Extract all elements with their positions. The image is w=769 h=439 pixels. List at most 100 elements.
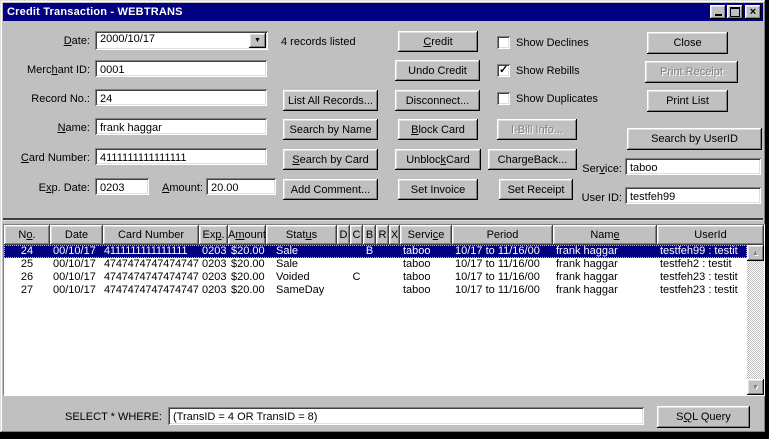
- print-receipt-button[interactable]: Print Receipt: [645, 61, 738, 83]
- undo-credit-button[interactable]: Undo Credit: [395, 60, 480, 81]
- table-header: No. Date Card Number Ex p. Am ount Stat u s D C B R X S…: [4, 225, 764, 245]
- unblock-card-button[interactable]: Unbloc k Card: [395, 149, 481, 170]
- close-button[interactable]: Close: [647, 32, 728, 54]
- date-combobox[interactable]: 2000/10/17 ▼: [95, 31, 268, 50]
- cell-b: [363, 271, 376, 284]
- column-header-period[interactable]: Period: [452, 225, 553, 245]
- name-field[interactable]: [95, 118, 267, 135]
- show-declines-checkbox[interactable]: ✓ Show Declines: [497, 36, 589, 49]
- disconnect-button[interactable]: Disconnect...: [395, 90, 480, 111]
- cell-x: [389, 284, 400, 297]
- column-header-userid[interactable]: UserId: [657, 225, 764, 245]
- checkbox-box[interactable]: ✓: [497, 92, 510, 105]
- cell-status: SameDay: [276, 284, 325, 296]
- card-number-field[interactable]: [95, 148, 267, 165]
- merchant-id-label: Merchant ID:: [27, 64, 90, 76]
- check-icon: ✓: [499, 64, 509, 76]
- cell-no: 27: [20, 284, 34, 296]
- column-header-x[interactable]: X: [389, 225, 400, 245]
- checkbox-box[interactable]: ✓: [497, 64, 510, 77]
- cell-card: 4747474747474747: [104, 271, 199, 283]
- date-dropdown-button[interactable]: ▼: [249, 33, 266, 48]
- column-header-date[interactable]: Date: [50, 225, 103, 245]
- user-id-label: User ID:: [581, 192, 622, 204]
- cell-b: [363, 258, 376, 271]
- sql-query-button[interactable]: SQL Query: [657, 406, 750, 428]
- cell-c: [350, 284, 363, 297]
- chevron-down-icon: ▼: [254, 37, 261, 44]
- column-header-exp[interactable]: Ex p.: [199, 225, 228, 245]
- scroll-down-icon: ▼: [752, 383, 759, 391]
- minimize-button[interactable]: [710, 5, 726, 19]
- column-header-c[interactable]: C: [350, 225, 363, 245]
- sql-where-label: SELECT * WHERE:: [65, 411, 162, 423]
- records-listed-text: 4 records listed: [281, 36, 356, 48]
- cell-c: C: [352, 271, 361, 283]
- cell-card: 4747474747474747: [104, 284, 199, 296]
- show-duplicates-checkbox[interactable]: ✓ Show Duplicates: [497, 92, 598, 105]
- service-label: Service:: [582, 163, 622, 175]
- amount-field[interactable]: [206, 178, 276, 195]
- column-header-b[interactable]: B: [363, 225, 376, 245]
- service-field[interactable]: [625, 158, 761, 175]
- cell-b: [363, 284, 376, 297]
- cell-date: 00/10/17: [53, 271, 96, 283]
- record-no-field[interactable]: [95, 89, 267, 106]
- search-by-name-button[interactable]: Search by Name: [283, 119, 378, 140]
- cell-card: 4111111111111111: [104, 245, 188, 257]
- scroll-up-icon: ▲: [752, 249, 759, 257]
- list-all-records-button[interactable]: List All Records...: [283, 90, 378, 111]
- block-card-button[interactable]: Block Card: [398, 119, 478, 140]
- maximize-button[interactable]: [727, 5, 743, 19]
- table-row[interactable]: 26 00/10/17 4747474747474747 0203 $20.00 Void…: [4, 271, 747, 284]
- print-list-button[interactable]: Print List: [647, 90, 728, 112]
- column-header-card[interactable]: Card Number: [103, 225, 199, 245]
- table-row[interactable]: 24 00/10/17 4111111111111111 0203 $20.00 Sale…: [4, 245, 747, 258]
- cell-d: [337, 245, 350, 258]
- credit-button[interactable]: Credit: [398, 31, 478, 52]
- cell-userid: testfeh23 : testit: [660, 271, 738, 283]
- minimize-icon: [714, 14, 722, 16]
- close-window-button[interactable]: ×: [745, 5, 761, 19]
- ibill-info-button[interactable]: I-Bill Info...: [497, 119, 577, 140]
- cell-amount: $20.00: [231, 245, 265, 257]
- table-row[interactable]: 27 00/10/17 4747474747474747 0203 $20.00 Same…: [4, 284, 747, 297]
- merchant-id-field[interactable]: [95, 60, 267, 77]
- scroll-up-button[interactable]: ▲: [747, 245, 764, 261]
- search-by-card-button[interactable]: Search by Card: [283, 149, 378, 170]
- column-header-status[interactable]: Stat u s: [266, 225, 337, 245]
- amount-label: Amount:: [162, 182, 203, 194]
- column-header-service[interactable]: Servi c e: [400, 225, 452, 245]
- cell-name: frank haggar: [556, 258, 618, 270]
- cell-period: 10/17 to 11/16/00: [455, 245, 540, 257]
- cell-amount: $20.00: [231, 271, 265, 283]
- user-id-field[interactable]: [625, 187, 761, 204]
- show-duplicates-label: Show Duplicates: [516, 92, 598, 105]
- column-header-d[interactable]: D: [337, 225, 350, 245]
- cell-period: 10/17 to 11/16/00: [455, 271, 540, 283]
- cell-name: frank haggar: [556, 245, 618, 257]
- table-row[interactable]: 25 00/10/17 4747474747474747 0203 $20.00 Sale…: [4, 258, 747, 271]
- window-title: Credit Transaction - WEBTRANS: [7, 6, 183, 18]
- titlebar[interactable]: Credit Transaction - WEBTRANS: [3, 3, 763, 21]
- column-header-name[interactable]: Nam e: [553, 225, 657, 245]
- set-invoice-button[interactable]: Set Invoice: [398, 179, 478, 200]
- checkbox-box[interactable]: ✓: [497, 36, 510, 49]
- add-comment-button[interactable]: Add Comment...: [283, 179, 378, 200]
- table-body[interactable]: 24 00/10/17 4111111111111111 0203 $20.00 Sale…: [4, 245, 747, 395]
- cell-amount: $20.00: [231, 284, 265, 296]
- sql-where-field[interactable]: [168, 407, 644, 425]
- vertical-scrollbar[interactable]: ▲ ▼: [747, 245, 764, 395]
- show-rebills-checkbox[interactable]: ✓ Show Rebills: [497, 64, 580, 77]
- column-header-r[interactable]: R: [376, 225, 389, 245]
- cell-x: [389, 271, 400, 284]
- column-header-amount[interactable]: Am ount: [228, 225, 266, 245]
- cell-c: [350, 245, 363, 258]
- column-header-no[interactable]: No.: [4, 225, 50, 245]
- show-rebills-label: Show Rebills: [516, 64, 580, 77]
- scroll-down-button[interactable]: ▼: [747, 379, 764, 395]
- search-by-userid-button[interactable]: Search by UserID: [627, 128, 762, 150]
- cell-status: Voided: [276, 271, 310, 283]
- cell-x: [389, 258, 400, 271]
- cell-d: [337, 258, 350, 271]
